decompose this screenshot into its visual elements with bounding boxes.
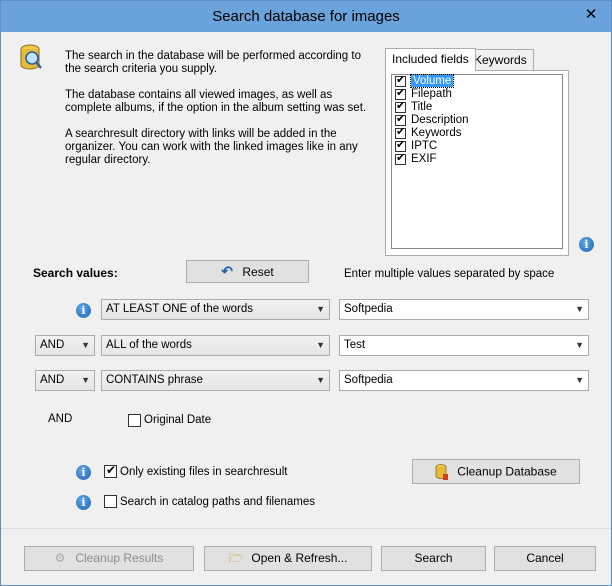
match-mode-select-3[interactable]: CONTAINS phrase ▼ (101, 370, 330, 391)
included-fields-panel: Volume Filepath Title Description Keywor… (385, 70, 569, 256)
only-existing-label: Only existing files in searchresult (120, 466, 288, 478)
catalog-paths-checkbox[interactable] (104, 495, 117, 508)
chevron-down-icon: ▼ (81, 340, 90, 350)
field-checkbox[interactable] (395, 152, 406, 165)
chevron-down-icon: ▼ (575, 340, 584, 350)
only-existing-checkbox[interactable] (104, 463, 117, 478)
date-operator-label: AND (48, 413, 73, 425)
search-values-heading: Search values: (33, 266, 118, 280)
cleanup-database-button[interactable]: Cleanup Database (412, 459, 580, 484)
window-title: Search database for images (212, 8, 400, 25)
title-bar[interactable]: Search database for images ✕ (1, 1, 611, 32)
cancel-button[interactable]: Cancel (494, 546, 596, 571)
original-date-checkbox[interactable] (128, 414, 141, 427)
info-icon[interactable]: i (76, 495, 91, 510)
field-item-filepath[interactable]: Filepath (392, 87, 562, 101)
match-mode-select-2[interactable]: ALL of the words ▼ (101, 335, 330, 356)
chevron-down-icon: ▼ (316, 304, 325, 314)
info-paragraph-3: A searchresult directory with links will… (65, 128, 358, 166)
chevron-down-icon: ▼ (81, 375, 90, 385)
info-icon[interactable]: i (76, 465, 91, 480)
original-date-label: Original Date (144, 414, 212, 426)
operator-select-3[interactable]: AND ▼ (35, 370, 95, 391)
search-value-select-1[interactable]: Softpedia ▼ (339, 299, 589, 320)
search-database-dialog: Search database for images ✕ The search … (0, 0, 612, 586)
field-item-iptc[interactable]: IPTC (392, 139, 562, 153)
search-value-select-2[interactable]: Test ▼ (339, 335, 589, 356)
info-paragraph-2: The database contains all viewed images,… (65, 89, 367, 114)
open-refresh-button[interactable]: 🗁 Open & Refresh... (204, 546, 372, 571)
cleanup-results-icon: ⚙ (54, 551, 66, 565)
chevron-down-icon: ▼ (316, 375, 325, 385)
undo-icon: ↶ (221, 263, 234, 279)
search-button[interactable]: Search (381, 546, 486, 571)
search-hint: Enter multiple values separated by space (344, 268, 555, 280)
field-checkbox[interactable] (395, 113, 406, 126)
close-icon[interactable]: ✕ (579, 5, 603, 25)
field-item-keywords[interactable]: Keywords (392, 126, 562, 140)
info-paragraph-1: The search in the database will be perfo… (65, 50, 361, 75)
field-checkbox[interactable] (395, 126, 406, 139)
field-checkbox[interactable] (395, 139, 406, 152)
field-item-volume[interactable]: Volume (392, 74, 562, 88)
info-icon[interactable]: i (579, 237, 594, 252)
field-item-exif[interactable]: EXIF (392, 152, 562, 166)
match-mode-select-1[interactable]: AT LEAST ONE of the words ▼ (101, 299, 330, 320)
field-item-description[interactable]: Description (392, 113, 562, 127)
chevron-down-icon: ▼ (575, 304, 584, 314)
reset-button[interactable]: ↶ Reset (186, 260, 309, 283)
chevron-down-icon: ▼ (316, 340, 325, 350)
included-fields-list[interactable]: Volume Filepath Title Description Keywor… (391, 74, 563, 249)
field-item-title[interactable]: Title (392, 100, 562, 114)
folder-refresh-icon: 🗁 (228, 551, 244, 565)
database-icon (435, 463, 449, 480)
cleanup-results-button[interactable]: ⚙ Cleanup Results (24, 546, 194, 571)
tab-included-fields[interactable]: Included fields (385, 48, 476, 71)
operator-select-2[interactable]: AND ▼ (35, 335, 95, 356)
catalog-paths-label: Search in catalog paths and filenames (120, 496, 315, 508)
info-icon[interactable]: i (76, 303, 91, 318)
reset-label: Reset (242, 265, 274, 279)
search-database-icon (20, 44, 42, 70)
chevron-down-icon: ▼ (575, 375, 584, 385)
tab-keywords[interactable]: Keywords (467, 49, 534, 71)
search-value-select-3[interactable]: Softpedia ▼ (339, 370, 589, 391)
field-checkbox[interactable] (395, 100, 406, 113)
field-checkbox[interactable] (395, 87, 406, 100)
field-checkbox[interactable] (395, 74, 406, 87)
